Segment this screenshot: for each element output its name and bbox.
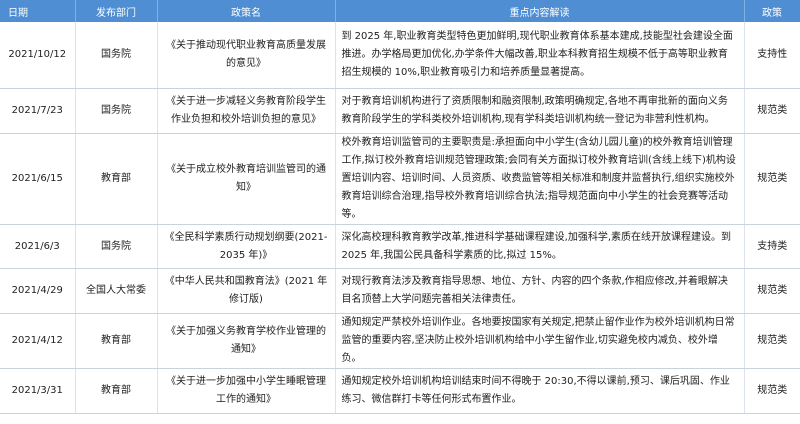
table-row: 2021/10/12 国务院 《关于推动现代职业教育高质量发展的意见》 到 20… [0,22,800,89]
header-type: 政策 [744,0,800,22]
cell-content: 深化高校理科教育教学改革,推进科学基础课程建设,加强科学,素质在线开放课程建设。… [335,224,745,269]
cell-dept: 教育部 [75,133,158,225]
cell-type: 规范类 [744,368,800,414]
cell-type: 支持性 [744,22,800,89]
cell-policy: 《关于进一步减轻义务教育阶段学生作业负担和校外培训负担的意见》 [157,88,336,134]
cell-content: 校外教育培训监管司的主要职责是:承担面向中小学生(含幼儿园儿童)的校外教育培训管… [335,133,745,225]
header-date: 日期 [0,0,76,22]
header-policy: 政策名 [157,0,336,22]
table-row: 2021/6/3 国务院 《全民科学素质行动规划纲要(2021-2035 年)》… [0,224,800,269]
cell-policy: 《全民科学素质行动规划纲要(2021-2035 年)》 [157,224,336,269]
table-row: 2021/6/15 教育部 《关于成立校外教育培训监管司的通知》 校外教育培训监… [0,133,800,225]
cell-dept: 全国人大常委 [75,268,158,314]
cell-date: 2021/3/31 [0,368,76,414]
cell-dept: 国务院 [75,88,158,134]
cell-policy: 《中华人民共和国教育法》(2021 年修订版) [157,268,336,314]
table-row: 2021/4/12 教育部 《关于加强义务教育学校作业管理的通知》 通知规定严禁… [0,313,800,369]
cell-date: 2021/6/3 [0,224,76,269]
cell-date: 2021/4/29 [0,268,76,314]
table-header-row: 日期 发布部门 政策名 重点内容解读 政策 [0,0,800,22]
policy-table: 日期 发布部门 政策名 重点内容解读 政策 2021/10/12 国务院 《关于… [0,0,800,414]
cell-policy: 《关于加强义务教育学校作业管理的通知》 [157,313,336,369]
cell-policy: 《关于进一步加强中小学生睡眠管理工作的通知》 [157,368,336,414]
cell-type: 支持类 [744,224,800,269]
cell-date: 2021/7/23 [0,88,76,134]
cell-content: 对现行教育法涉及教育指导思想、地位、方针、内容的四个条款,作相应修改,并着眼解决… [335,268,745,314]
header-content: 重点内容解读 [335,0,745,22]
cell-content: 通知规定严禁校外培训作业。各地要按国家有关规定,把禁止留作业作为校外培训机构日常… [335,313,745,369]
cell-content: 通知规定校外培训机构培训结束时间不得晚于 20:30,不得以课前,预习、课后巩固… [335,368,745,414]
table-row: 2021/7/23 国务院 《关于进一步减轻义务教育阶段学生作业负担和校外培训负… [0,88,800,134]
table-row: 2021/4/29 全国人大常委 《中华人民共和国教育法》(2021 年修订版)… [0,268,800,314]
cell-type: 规范类 [744,268,800,314]
cell-type: 规范类 [744,313,800,369]
cell-dept: 教育部 [75,368,158,414]
header-dept: 发布部门 [75,0,158,22]
cell-dept: 教育部 [75,313,158,369]
cell-date: 2021/6/15 [0,133,76,225]
cell-content: 对于教育培训机构进行了资质限制和融资限制,政策明确规定,各地不再审批新的面向义务… [335,88,745,134]
cell-date: 2021/4/12 [0,313,76,369]
cell-policy: 《关于推动现代职业教育高质量发展的意见》 [157,22,336,89]
table-row: 2021/3/31 教育部 《关于进一步加强中小学生睡眠管理工作的通知》 通知规… [0,368,800,414]
cell-type: 规范类 [744,133,800,225]
cell-dept: 国务院 [75,22,158,89]
cell-content: 到 2025 年,职业教育类型特色更加鲜明,现代职业教育体系基本建成,技能型社会… [335,22,745,89]
cell-policy: 《关于成立校外教育培训监管司的通知》 [157,133,336,225]
cell-date: 2021/10/12 [0,22,76,89]
cell-dept: 国务院 [75,224,158,269]
cell-type: 规范类 [744,88,800,134]
